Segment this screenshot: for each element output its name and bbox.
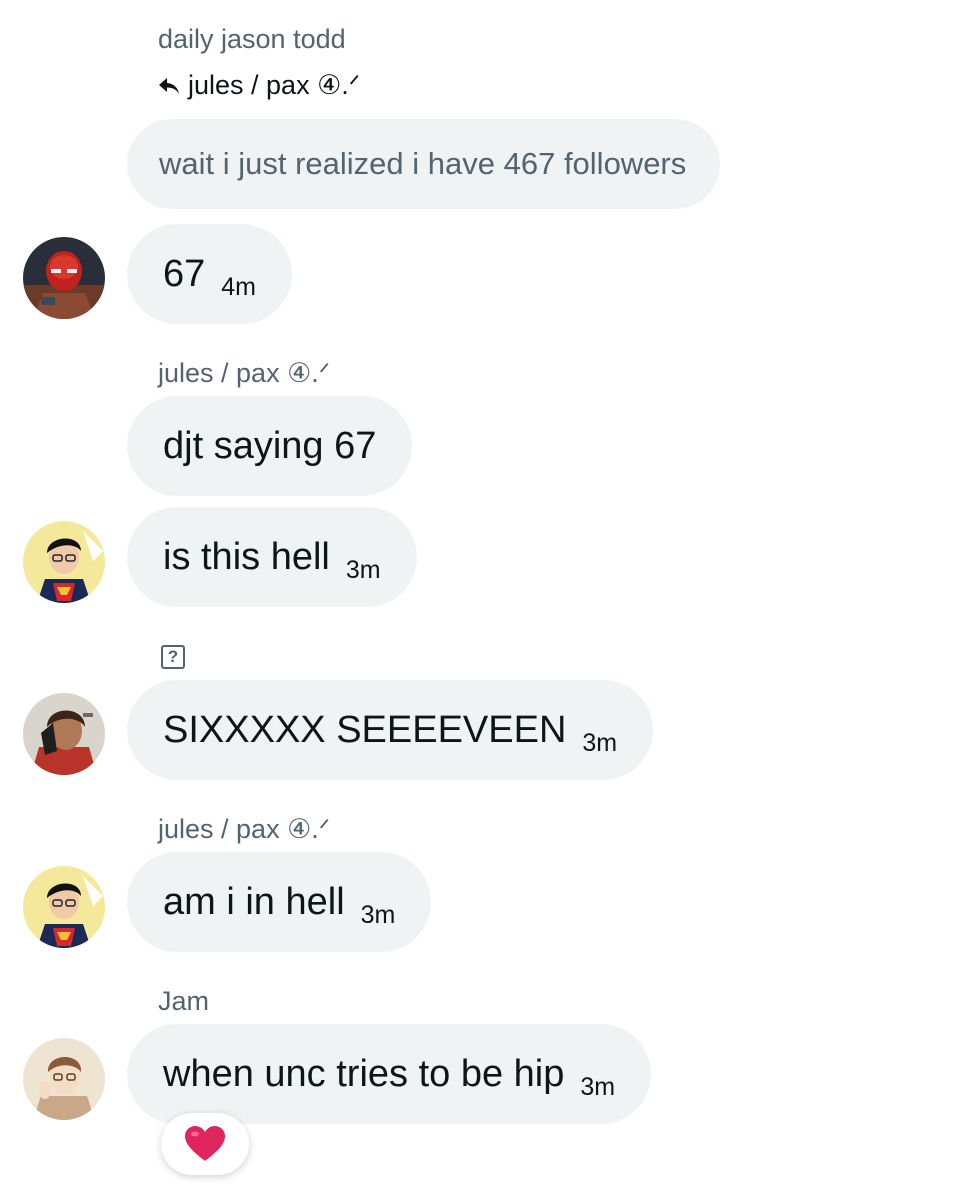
message-bubble[interactable]: 67 4m [127, 224, 293, 324]
red-hood-avatar[interactable] [23, 237, 105, 319]
quoted-message-text: wait i just realized i have 467 follower… [159, 146, 687, 181]
unknown-glyph-icon: ? [161, 645, 185, 669]
message-timestamp: 3m [580, 1072, 616, 1101]
message-bubble[interactable]: djt saying 67 [127, 396, 413, 496]
reaction-heart[interactable] [161, 1113, 249, 1175]
superboy-avatar[interactable] [23, 521, 105, 603]
message-bubble[interactable]: SIXXXXX SEEEEVEEN 3m [127, 680, 654, 780]
message-text: is this hell [163, 535, 330, 578]
sketch-character-avatar[interactable] [23, 1038, 105, 1120]
heart-icon [184, 1125, 226, 1163]
message-bubble[interactable]: when unc tries to be hip 3m [127, 1024, 652, 1124]
sender-name: jules / pax ④.ᐟ [158, 814, 331, 844]
hooded-character-avatar[interactable] [23, 693, 105, 775]
message-text: 67 [163, 252, 206, 295]
sender-name: daily jason todd [158, 24, 346, 54]
sender-name: Jam [158, 986, 210, 1016]
message-text: SIXXXXX SEEEEVEEN [163, 708, 567, 751]
message-bubble[interactable]: is this hell 3m [127, 507, 417, 607]
message-timestamp: 3m [345, 555, 381, 584]
superboy-avatar[interactable] [23, 866, 105, 948]
message-text: when unc tries to be hip [163, 1052, 565, 1095]
quoted-message[interactable]: wait i just realized i have 467 follower… [127, 119, 721, 209]
reply-to-name: jules / pax ④.ᐟ [188, 70, 361, 100]
message-bubble[interactable]: am i in hell 3m [127, 852, 432, 952]
sender-name: jules / pax ④.ᐟ [158, 358, 331, 388]
message-text: am i in hell [163, 880, 345, 923]
reply-arrow-icon [158, 76, 180, 96]
message-timestamp: 3m [360, 900, 396, 929]
reply-indicator[interactable]: jules / pax ④.ᐟ [158, 70, 360, 101]
message-text: djt saying 67 [163, 424, 377, 467]
message-timestamp: 4m [221, 272, 257, 301]
message-timestamp: 3m [582, 728, 618, 757]
